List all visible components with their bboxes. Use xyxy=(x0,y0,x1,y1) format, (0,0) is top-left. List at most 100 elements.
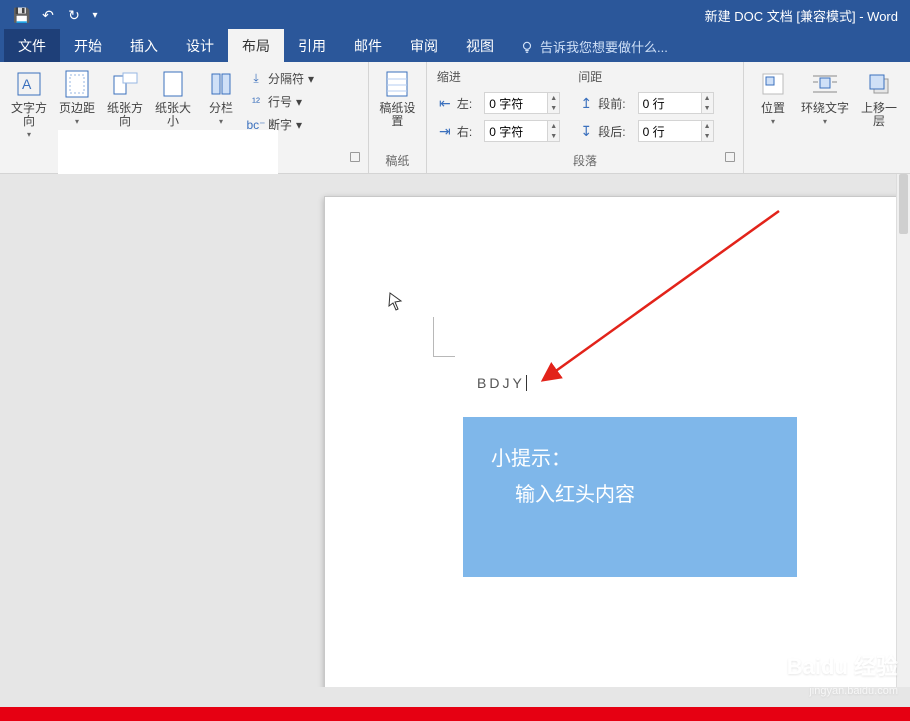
spacing-before-input[interactable] xyxy=(638,92,702,114)
columns-button[interactable]: 分栏 ▾ xyxy=(198,66,244,128)
chevron-down-icon: ▾ xyxy=(296,95,302,109)
tab-design[interactable]: 设计 xyxy=(172,29,228,62)
breaks-button[interactable]: ⤓分隔符 ▾ xyxy=(248,70,314,87)
indent-header: 缩进 xyxy=(437,68,472,86)
vertical-scrollbar[interactable] xyxy=(896,174,910,687)
tab-mailings[interactable]: 邮件 xyxy=(340,29,396,62)
spin-down-icon[interactable]: ▼ xyxy=(702,103,713,113)
dialog-launcher-icon[interactable] xyxy=(725,152,735,162)
bring-forward-icon xyxy=(863,68,895,100)
lightbulb-icon xyxy=(520,40,534,54)
tab-view[interactable]: 视图 xyxy=(452,29,508,62)
margins-button[interactable]: 页边距 ▾ xyxy=(54,66,100,128)
qat-more-button[interactable]: ▾ xyxy=(88,3,102,27)
ribbon-tabs: 文件 开始 插入 设计 布局 引用 邮件 审阅 视图 告诉我您想要做什么... xyxy=(0,30,910,62)
tab-references[interactable]: 引用 xyxy=(284,29,340,62)
dialog-launcher-icon[interactable] xyxy=(350,152,360,162)
spacing-after-input[interactable] xyxy=(638,120,702,142)
spacing-controls: 间距 ↥ 段前: ▲▼ ↧ 段后: ▲▼ xyxy=(574,66,717,144)
line-numbers-button[interactable]: ¹²行号 ▾ xyxy=(248,93,314,110)
save-button[interactable]: 💾 xyxy=(10,3,34,27)
line-numbers-label: 行号 xyxy=(268,93,292,110)
indent-left-icon: ⇤ xyxy=(437,95,453,111)
spacing-before-label: 段前: xyxy=(598,95,625,112)
text-direction-button[interactable]: A 文字方向 ▾ xyxy=(6,66,52,141)
indent-right-row: ⇥ 右: xyxy=(437,120,472,142)
svg-text:A: A xyxy=(22,76,32,92)
tab-home[interactable]: 开始 xyxy=(60,29,116,62)
indent-right-input[interactable] xyxy=(484,120,548,142)
quick-access-toolbar: 💾 ↶ ↻ ▾ xyxy=(4,3,102,27)
spacing-before-spinner[interactable]: ▲▼ xyxy=(638,92,714,114)
redo-icon: ↻ xyxy=(68,7,80,24)
position-label: 位置 xyxy=(761,102,785,115)
chevron-down-icon: ▾ xyxy=(75,117,79,126)
bottom-red-bar xyxy=(0,707,910,721)
undo-icon: ↶ xyxy=(42,7,54,24)
group-arrange: 位置 ▾ 环绕文字 ▾ 上移一层 xyxy=(744,62,910,173)
spin-down-icon[interactable]: ▼ xyxy=(548,103,559,113)
chevron-down-icon: ▾ xyxy=(296,118,302,132)
spacing-after-spinner[interactable]: ▲▼ xyxy=(638,120,714,142)
indent-left-label: 左: xyxy=(457,95,472,112)
spacing-before-row: ↥ 段前: xyxy=(578,92,625,114)
line-numbers-icon: ¹² xyxy=(248,94,264,110)
indent-left-spinner[interactable]: ▲▼ xyxy=(484,92,560,114)
text-direction-icon: A xyxy=(13,68,45,100)
paper-size-label: 纸张大小 xyxy=(152,102,194,128)
tell-me-label: 告诉我您想要做什么... xyxy=(540,37,668,56)
group-paragraph: 缩进 ⇤ 左: ▲▼ ⇥ 右: ▲▼ xyxy=(427,62,744,173)
chevron-down-icon: ▾ xyxy=(27,130,31,139)
text-cursor-icon xyxy=(387,291,405,311)
spin-up-icon[interactable]: ▲ xyxy=(702,93,713,103)
spacing-header: 间距 xyxy=(578,68,625,86)
indent-left-row: ⇤ 左: xyxy=(437,92,472,114)
manuscript-settings-button[interactable]: 稿纸设置 xyxy=(375,66,420,130)
margins-label: 页边距 xyxy=(59,102,95,115)
margin-corner-marker xyxy=(433,317,455,357)
tab-insert[interactable]: 插入 xyxy=(116,29,172,62)
spin-up-icon[interactable]: ▲ xyxy=(548,93,559,103)
wrap-text-button[interactable]: 环绕文字 ▾ xyxy=(798,66,852,128)
position-button[interactable]: 位置 ▾ xyxy=(750,66,796,128)
page-setup-stack: ⤓分隔符 ▾ ¹²行号 ▾ bc⁻断字 ▾ xyxy=(246,66,316,137)
margins-icon xyxy=(61,68,93,100)
tip-line2: 输入红头内容 xyxy=(491,477,769,513)
breaks-label: 分隔符 xyxy=(268,70,304,87)
indent-right-spinner[interactable]: ▲▼ xyxy=(484,120,560,142)
manuscript-settings-label: 稿纸设置 xyxy=(377,102,418,128)
orientation-icon xyxy=(109,68,141,100)
group-manuscript: 稿纸设置 稿纸 xyxy=(369,62,427,173)
chevron-down-icon: ▾ xyxy=(771,117,775,126)
redo-button[interactable]: ↻ xyxy=(62,3,86,27)
spin-down-icon[interactable]: ▼ xyxy=(702,131,713,141)
tip-callout: 小提示： 输入红头内容 xyxy=(463,417,797,577)
spacing-after-row: ↧ 段后: xyxy=(578,120,625,142)
breaks-icon: ⤓ xyxy=(248,71,264,87)
arrange-group-label xyxy=(750,167,904,171)
tab-review[interactable]: 审阅 xyxy=(396,29,452,62)
document-workspace: BDJY 小提示： 输入红头内容 xyxy=(0,174,910,687)
chevron-down-icon: ▾ xyxy=(92,10,97,21)
undo-button[interactable]: ↶ xyxy=(36,3,60,27)
document-body-text[interactable]: BDJY xyxy=(477,375,527,391)
scrollbar-thumb[interactable] xyxy=(899,174,908,234)
document-page[interactable]: BDJY 小提示： 输入红头内容 xyxy=(324,196,910,687)
save-icon: 💾 xyxy=(13,7,30,24)
indent-left-input[interactable] xyxy=(484,92,548,114)
indent-right-label: 右: xyxy=(457,123,472,140)
spin-down-icon[interactable]: ▼ xyxy=(548,131,559,141)
text-caret xyxy=(525,375,527,391)
annotation-arrow xyxy=(539,203,789,383)
spin-up-icon[interactable]: ▲ xyxy=(702,121,713,131)
tab-layout[interactable]: 布局 xyxy=(228,29,284,62)
spin-up-icon[interactable]: ▲ xyxy=(548,121,559,131)
tab-file[interactable]: 文件 xyxy=(4,29,60,62)
orientation-label: 纸张方向 xyxy=(104,102,146,128)
chevron-down-icon: ▾ xyxy=(219,117,223,126)
tell-me-search[interactable]: 告诉我您想要做什么... xyxy=(508,37,676,62)
bring-forward-button[interactable]: 上移一层 xyxy=(854,66,904,130)
position-icon xyxy=(757,68,789,100)
chevron-down-icon: ▾ xyxy=(308,72,314,86)
text-direction-label: 文字方向 xyxy=(8,102,50,128)
